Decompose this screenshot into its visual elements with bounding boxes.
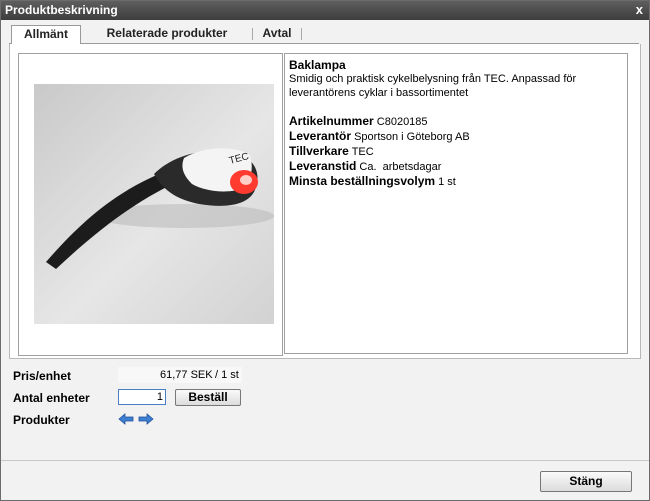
close-button[interactable]: Stäng	[540, 471, 632, 492]
dialog-title: Produktbeskrivning	[5, 3, 118, 17]
field-tillverkare: Tillverkare TEC	[289, 144, 374, 158]
tab-relaterade-produkter[interactable]: Relaterade produkter	[87, 25, 247, 42]
title-bar: Produktbeskrivning x	[1, 1, 649, 20]
product-description-text: Smidig och praktisk cykelbelysning från …	[289, 73, 577, 99]
products-label: Produkter	[13, 413, 70, 427]
product-dialog: Produktbeskrivning x Allmänt Relaterade …	[0, 0, 650, 501]
product-name: Baklampa	[289, 58, 346, 72]
arrow-left-icon[interactable]	[118, 413, 134, 425]
footer-divider	[1, 460, 649, 461]
field-minsta-bestallningsvolym: Minsta beställningsvolym 1 st	[289, 174, 456, 188]
product-image: TEC	[34, 84, 274, 324]
order-button[interactable]: Beställ	[175, 389, 241, 406]
close-icon[interactable]: x	[636, 2, 643, 17]
quantity-label: Antal enheter	[13, 391, 90, 405]
price-label: Pris/enhet	[13, 369, 72, 383]
price-value-box: 61,77 SEK / 1 st	[118, 367, 242, 383]
field-leverantor: Leverantör Sportson i Göteborg AB	[289, 129, 470, 143]
tab-panel: TEC Baklampa Smidig och praktisk cykelbe…	[9, 44, 641, 359]
arrow-right-icon[interactable]	[138, 413, 154, 425]
product-description: Baklampa Smidig och praktisk cykelbelysn…	[284, 53, 628, 354]
bike-light-illustration: TEC	[46, 148, 274, 269]
tab-separator	[252, 28, 253, 40]
tab-allmant[interactable]: Allmänt	[11, 25, 81, 45]
tab-separator	[301, 28, 302, 40]
price-value: 61,77 SEK	[160, 369, 213, 381]
field-artikelnummer: Artikelnummer C8020185	[289, 114, 428, 128]
quantity-input[interactable]	[118, 389, 166, 405]
tab-avtal[interactable]: Avtal	[257, 25, 297, 42]
field-leveranstid: Leveranstid Ca. arbetsdagar	[289, 159, 442, 173]
price-unit: / 1 st	[215, 369, 239, 381]
tab-bar: Allmänt Relaterade produkter Avtal	[9, 25, 639, 45]
product-image-frame: TEC	[18, 53, 283, 356]
